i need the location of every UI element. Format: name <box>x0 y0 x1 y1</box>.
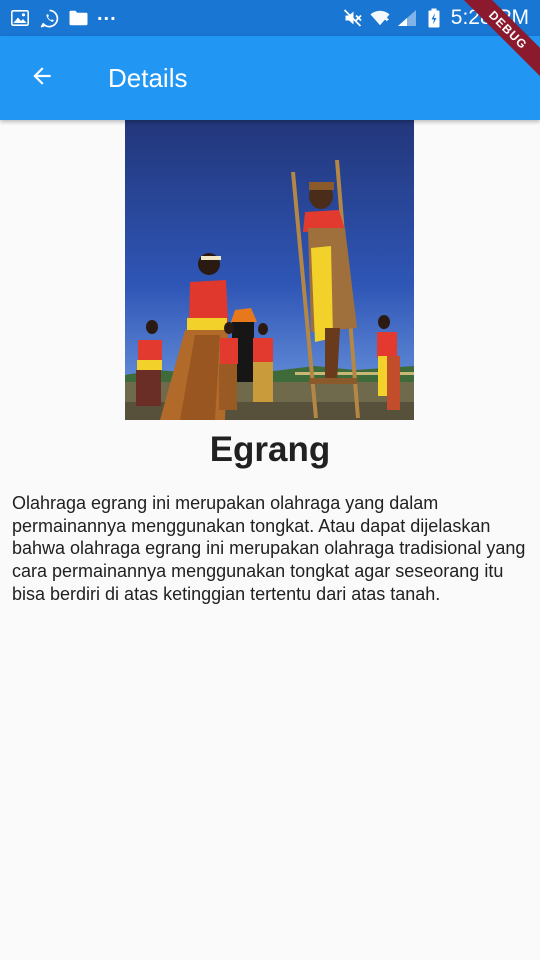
app-bar: Details <box>0 36 540 120</box>
back-button[interactable] <box>20 56 64 100</box>
page-title: Details <box>108 63 188 93</box>
mute-icon <box>343 8 363 28</box>
wifi-icon <box>370 8 390 28</box>
notification-overflow: ... <box>97 3 117 25</box>
image-icon <box>10 8 30 28</box>
status-bar-notifications: ... <box>10 4 117 28</box>
status-bar: ... 5:28 PM <box>0 0 540 36</box>
folder-icon <box>68 8 88 28</box>
egrang-photo <box>125 120 414 420</box>
battery-charging-icon <box>424 8 444 28</box>
item-description: Olahraga egrang ini merupakan olahraga y… <box>12 493 526 604</box>
signal-icon <box>397 8 417 28</box>
status-time: 5:28 PM <box>450 6 529 29</box>
whatsapp-icon <box>39 8 59 28</box>
arrow-back-icon <box>29 63 55 94</box>
item-title: Egrang <box>209 430 331 469</box>
status-bar-system: 5:28 PM <box>343 6 529 30</box>
